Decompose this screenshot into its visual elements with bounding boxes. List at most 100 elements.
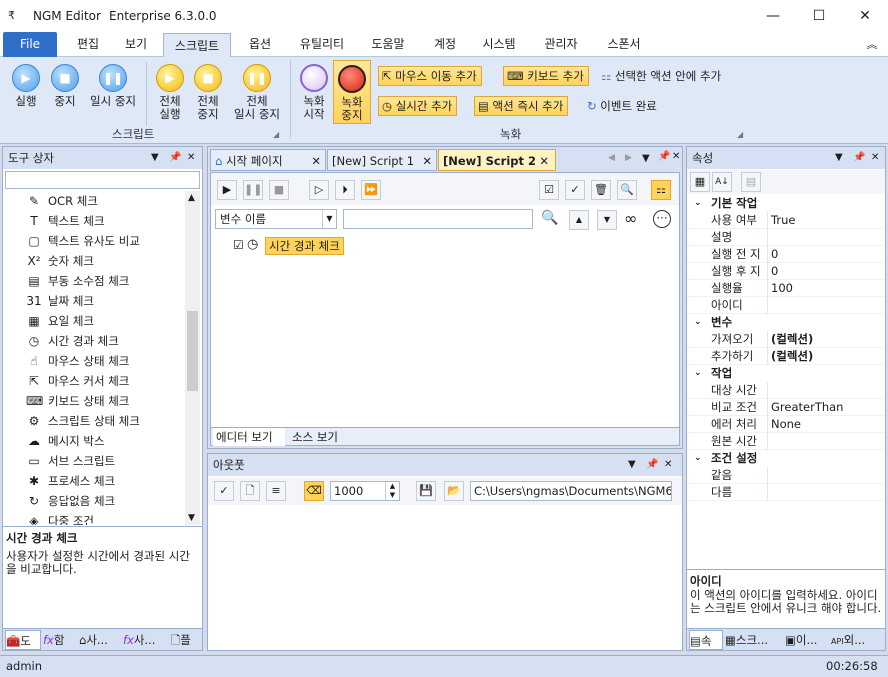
property-value[interactable]: 100 bbox=[771, 280, 793, 297]
variable-search-input[interactable] bbox=[343, 209, 533, 229]
menu-view[interactable]: 보기 bbox=[114, 32, 158, 57]
pin-icon[interactable]: 📌 bbox=[853, 147, 865, 169]
property-category[interactable]: ⌄ 조건 설정 bbox=[687, 450, 884, 467]
toolbox-item[interactable]: ⌨ 키보드 상태 체크 bbox=[26, 391, 129, 411]
toolbox-item[interactable]: ☝ 마우스 상태 체크 bbox=[30, 351, 129, 371]
line-count-stepper[interactable]: 1000 ▲ ▼ bbox=[330, 481, 400, 501]
toolbox-item[interactable]: ▢ 텍스트 유사도 비교 bbox=[28, 231, 140, 251]
property-category[interactable]: ⌄ 기본 작업 bbox=[687, 195, 884, 212]
pin-icon[interactable]: 📌 bbox=[646, 454, 658, 476]
tab-script-1[interactable]: [New] Script 1 ✕ bbox=[327, 149, 437, 171]
property-value[interactable]: (컬렉션) bbox=[771, 348, 813, 365]
maximize-button[interactable]: ☐ bbox=[796, 0, 842, 32]
run-button[interactable]: ▶ 실행 bbox=[6, 64, 46, 108]
variable-select[interactable]: 변수 이름 ▼ bbox=[215, 209, 337, 229]
property-pages-icon[interactable]: ▤ bbox=[741, 172, 761, 192]
tab-toolbox[interactable]: 🧰도 bbox=[5, 630, 41, 650]
add-mouse-move-button[interactable]: ⇱ 마우스 이동 추가 bbox=[378, 66, 482, 86]
property-value[interactable]: True bbox=[771, 212, 795, 229]
tab-source-view[interactable]: 소스 보기 bbox=[289, 428, 349, 446]
more-icon[interactable]: ··· bbox=[653, 210, 671, 228]
scroll-up-icon[interactable]: ▲ bbox=[188, 193, 195, 203]
menu-help[interactable]: 도움말 bbox=[362, 32, 414, 57]
run-icon[interactable]: ▶ bbox=[217, 180, 237, 200]
toolbox-item[interactable]: ▦ 요일 체크 bbox=[28, 311, 94, 331]
tab-properties[interactable]: ▤속 bbox=[689, 630, 723, 650]
toolbox-item[interactable]: ▭ 서브 스크립트 bbox=[28, 451, 115, 471]
checkbox-icon[interactable]: ☑ bbox=[233, 238, 244, 252]
add-in-selected-action-button[interactable]: ⚏ 선택한 액션 안에 추가 bbox=[601, 66, 721, 86]
toolbox-item[interactable]: ✎ OCR 체크 bbox=[29, 191, 98, 211]
property-value[interactable]: GreaterThan bbox=[771, 399, 843, 416]
stop-all-button[interactable]: ■ 전체 중지 bbox=[189, 64, 227, 121]
step-play-icon[interactable]: ▷ bbox=[309, 180, 329, 200]
property-row[interactable]: 실행 후 지 0 bbox=[687, 263, 884, 280]
close-tab-icon[interactable]: ✕ bbox=[539, 150, 549, 172]
pause-button[interactable]: ❚❚ 일시 중지 bbox=[84, 64, 142, 108]
record-stop-button[interactable]: 녹화 중지 bbox=[333, 60, 371, 124]
property-row[interactable]: 실행율 100 bbox=[687, 280, 884, 297]
scroll-down-icon[interactable]: ▼ bbox=[188, 513, 195, 523]
add-action-now-button[interactable]: ▤ 액션 즉시 추가 bbox=[474, 96, 569, 116]
property-row[interactable]: 같음 bbox=[687, 467, 884, 484]
tree-view-icon[interactable]: ⚏ bbox=[651, 180, 671, 200]
property-row[interactable]: 비교 조건 GreaterThan bbox=[687, 399, 884, 416]
property-row[interactable]: 설명 bbox=[687, 229, 884, 246]
tab-script-2[interactable]: [New] Script 2 ✕ bbox=[438, 149, 556, 171]
close-icon[interactable]: ✕ bbox=[672, 151, 680, 162]
toolbox-item[interactable]: ⇱ 마우스 커서 체크 bbox=[29, 371, 129, 391]
chevron-down-icon[interactable]: ▼ bbox=[322, 210, 336, 228]
pin-icon[interactable]: 📌 bbox=[169, 147, 181, 169]
save-icon[interactable]: 💾 bbox=[416, 481, 436, 501]
move-down-icon[interactable]: ▼ bbox=[597, 210, 617, 230]
loop-icon[interactable]: ∞ bbox=[624, 209, 637, 228]
property-value[interactable]: (컬렉션) bbox=[771, 331, 813, 348]
pin-icon[interactable]: 📌 bbox=[658, 151, 670, 162]
sort-alpha-icon[interactable]: A↓ bbox=[712, 172, 732, 192]
menu-sponsor[interactable]: 스폰서 bbox=[597, 32, 651, 57]
menu-file[interactable]: File bbox=[3, 32, 57, 57]
tab-functions[interactable]: fx함 bbox=[43, 630, 77, 650]
menu-admin[interactable]: 관리자 bbox=[533, 32, 589, 57]
search-icon[interactable]: 🔍 bbox=[541, 210, 558, 226]
property-row[interactable]: 원본 시간 bbox=[687, 433, 884, 450]
toolbox-scrollbar[interactable]: ▲ ▼ bbox=[185, 191, 200, 525]
tab-external[interactable]: API외... bbox=[831, 630, 883, 650]
search-icon[interactable]: 🔍 bbox=[617, 180, 637, 200]
script-action-item[interactable]: 시간 경과 체크 bbox=[265, 237, 344, 255]
property-row[interactable]: 추가하기 (컬렉션) bbox=[687, 348, 884, 365]
clear-output-icon[interactable]: ✓ bbox=[214, 481, 234, 501]
toolbox-item[interactable]: ⚙ 스크립트 상태 체크 bbox=[29, 411, 140, 431]
toolbox-item[interactable]: ☁ 메시지 박스 bbox=[28, 431, 105, 451]
property-row[interactable]: 다름 bbox=[687, 484, 884, 501]
dropdown-icon[interactable]: ▼ bbox=[151, 147, 159, 169]
pause-all-button[interactable]: ❚❚ 전체 일시 중지 bbox=[228, 64, 286, 121]
collapse-icon[interactable]: ⌄ bbox=[694, 365, 702, 382]
toolbox-item[interactable]: X² 숫자 체크 bbox=[27, 251, 94, 271]
tab-scroll-right-icon[interactable]: ▶ bbox=[625, 153, 632, 163]
toolbox-item[interactable]: ◷ 시간 경과 체크 bbox=[29, 331, 119, 351]
dropdown-icon[interactable]: ▼ bbox=[835, 147, 843, 169]
tab-editor-view[interactable]: 에디터 보기 bbox=[213, 428, 285, 446]
toolbox-item[interactable]: ▤ 부동 소수점 체크 bbox=[28, 271, 129, 291]
check-all-icon[interactable]: ☑ bbox=[539, 180, 559, 200]
dialog-launcher-icon[interactable]: ◢ bbox=[737, 130, 743, 139]
collapse-icon[interactable]: ⌄ bbox=[694, 450, 702, 467]
dropdown-icon[interactable]: ▼ bbox=[628, 454, 636, 476]
add-realtime-button[interactable]: ◷ 실시간 추가 bbox=[378, 96, 458, 116]
step-into-icon[interactable]: ⏵ bbox=[335, 180, 355, 200]
categorized-icon[interactable]: ▦ bbox=[690, 172, 710, 192]
log-file-icon[interactable]: 🗋 bbox=[240, 481, 260, 501]
stop-button[interactable]: ■ 중지 bbox=[45, 64, 85, 108]
property-row[interactable]: 아이디 bbox=[687, 297, 884, 314]
tab-script-list[interactable]: ▦스크... bbox=[725, 630, 783, 650]
tab-plugins[interactable]: 🗋플 bbox=[171, 630, 201, 650]
close-window-button[interactable]: ✕ bbox=[842, 0, 888, 32]
add-keyboard-button[interactable]: ⌨ 키보드 추가 bbox=[503, 66, 589, 86]
pause-icon[interactable]: ❚❚ bbox=[243, 180, 263, 200]
toolbox-item[interactable]: T 텍스트 체크 bbox=[30, 211, 104, 231]
menu-system[interactable]: 시스템 bbox=[473, 32, 525, 57]
run-all-button[interactable]: ▶ 전체 실행 bbox=[151, 64, 189, 121]
tab-start-page[interactable]: ⌂ 시작 페이지 ✕ bbox=[210, 149, 326, 171]
stepper-arrows-icon[interactable]: ▲ ▼ bbox=[385, 482, 399, 500]
